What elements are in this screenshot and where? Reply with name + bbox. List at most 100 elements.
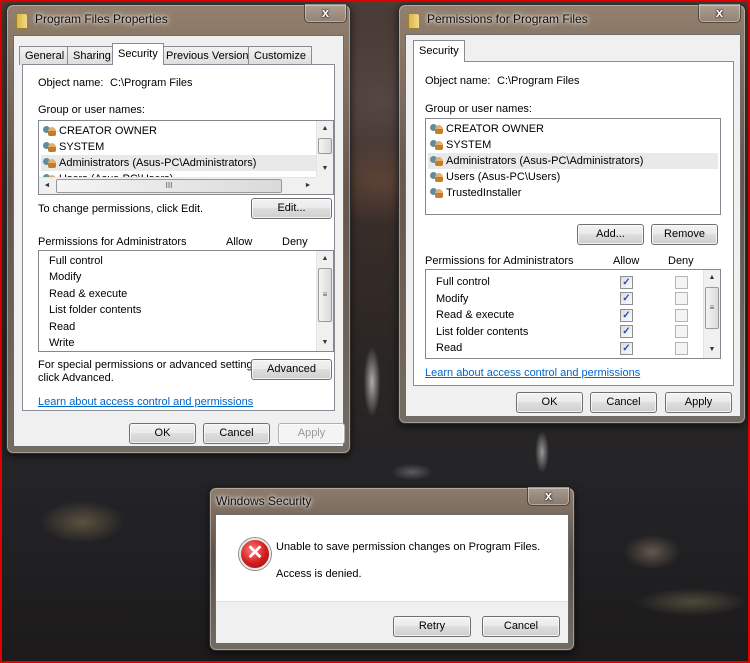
scroll-down-arrow[interactable]: ▼: [704, 342, 720, 358]
ok-button[interactable]: OK: [516, 392, 583, 413]
users-vertical-scrollbar[interactable]: ▲ ▼: [316, 121, 333, 177]
properties-titlebar[interactable]: Program Files Properties: [7, 5, 350, 35]
scroll-thumb[interactable]: ≡: [318, 268, 332, 322]
permissions-titlebar[interactable]: Permissions for Program Files: [399, 5, 745, 35]
tab-customize[interactable]: Customize: [248, 46, 312, 65]
object-name-value: C:\Program Files: [110, 77, 193, 89]
cancel-button[interactable]: Cancel: [203, 423, 270, 444]
permission-row: Read: [49, 321, 76, 333]
scroll-up-arrow[interactable]: ▲: [317, 121, 333, 137]
error-dialog: Windows Security x ✕ Unable to save perm…: [209, 487, 575, 651]
deny-checkbox[interactable]: [675, 342, 688, 355]
permission-row: Modify: [49, 271, 82, 283]
permissions-close-button[interactable]: x: [698, 4, 741, 23]
user-group-icon: [430, 139, 444, 151]
allow-checkbox[interactable]: ✓: [620, 325, 633, 338]
scroll-corner: [316, 177, 333, 194]
user-list-item[interactable]: SYSTEM: [41, 139, 316, 155]
allow-checkbox[interactable]: ✓: [620, 276, 633, 289]
users-horizontal-scrollbar[interactable]: ◄ III ►: [39, 177, 316, 194]
folder-icon: [16, 13, 28, 29]
advanced-hint: For special permissions or advanced sett…: [38, 359, 262, 384]
learn-access-control-link[interactable]: Learn about access control and permissio…: [425, 367, 640, 379]
horizontal-scroll-thumb[interactable]: III: [56, 179, 282, 193]
deny-checkbox[interactable]: [675, 292, 688, 305]
change-permissions-hint: To change permissions, click Edit.: [38, 203, 204, 215]
user-list-item[interactable]: CREATOR OWNER: [41, 123, 316, 139]
permissions-vertical-scrollbar[interactable]: ▲ ≡ ▼: [316, 251, 333, 351]
error-close-button[interactable]: x: [527, 487, 570, 506]
permissions-listbox[interactable]: Full control Modify Read & execute List …: [425, 269, 721, 359]
scroll-right-arrow[interactable]: ►: [300, 178, 316, 194]
tab-security[interactable]: Security: [112, 43, 164, 65]
tab-general[interactable]: General: [19, 46, 71, 65]
properties-client: General Sharing Security Previous Versio…: [13, 35, 345, 447]
properties-dialog: Program Files Properties x General Shari…: [6, 4, 351, 454]
deny-checkbox[interactable]: [675, 276, 688, 289]
allow-checkbox[interactable]: ✓: [620, 342, 633, 355]
user-list-item[interactable]: TrustedInstaller: [428, 185, 718, 201]
scroll-left-arrow[interactable]: ◄: [39, 178, 55, 194]
permission-row: Write: [49, 337, 75, 349]
permissions-title: Permissions for Program Files: [427, 12, 588, 26]
permissions-client: Security Object name: C:\Program Files G…: [405, 34, 741, 417]
scroll-thumb[interactable]: ≡: [705, 287, 719, 329]
apply-button[interactable]: Apply: [278, 423, 345, 444]
permissions-for-label: Permissions for Administrators: [425, 255, 574, 267]
scroll-up-arrow[interactable]: ▲: [317, 251, 333, 267]
scroll-up-arrow[interactable]: ▲: [704, 270, 720, 286]
scroll-down-arrow[interactable]: ▼: [317, 335, 333, 351]
permissions-dialog: Permissions for Program Files x Security…: [398, 4, 746, 424]
tab-sharing[interactable]: Sharing: [67, 46, 117, 65]
permission-row: Read & execute: [436, 309, 515, 321]
error-title: Windows Security: [216, 494, 312, 508]
group-users-label: Group or user names:: [425, 103, 532, 115]
properties-close-button[interactable]: x: [304, 4, 347, 23]
deny-checkbox[interactable]: [675, 325, 688, 338]
permission-row: Full control: [436, 276, 490, 288]
scroll-down-arrow[interactable]: ▼: [317, 161, 333, 177]
remove-button[interactable]: Remove: [651, 224, 718, 245]
permissions-vertical-scrollbar[interactable]: ▲ ≡ ▼: [703, 270, 720, 358]
allow-checkbox[interactable]: ✓: [620, 292, 633, 305]
error-client: ✕ Unable to save permission changes on P…: [215, 514, 569, 644]
user-list-item-selected[interactable]: Administrators (Asus-PC\Administrators): [428, 153, 718, 169]
allow-checkbox[interactable]: ✓: [620, 309, 633, 322]
ok-button[interactable]: OK: [129, 423, 196, 444]
scroll-thumb[interactable]: [318, 138, 332, 154]
tab-previous-versions[interactable]: Previous Versions: [160, 46, 261, 65]
permissions-listbox[interactable]: Full control Modify Read & execute List …: [38, 250, 334, 352]
permission-row: Modify: [436, 293, 469, 305]
deny-checkbox[interactable]: [675, 309, 688, 322]
user-group-icon: [43, 141, 57, 153]
deny-column-header: Deny: [668, 255, 694, 267]
group-users-label: Group or user names:: [38, 104, 145, 116]
apply-button[interactable]: Apply: [665, 392, 732, 413]
deny-checkbox-partial[interactable]: [675, 358, 688, 359]
user-group-icon: [43, 125, 57, 137]
user-list-item[interactable]: Users (Asus-PC\Users): [428, 169, 718, 185]
user-list-item-selected[interactable]: Administrators (Asus-PC\Administrators): [41, 155, 316, 171]
learn-access-control-link[interactable]: Learn about access control and permissio…: [38, 396, 253, 408]
permission-row: Read & execute: [49, 288, 128, 300]
user-group-icon: [430, 171, 444, 183]
permission-row: List folder contents: [436, 326, 529, 338]
allow-column-header: Allow: [226, 236, 253, 248]
cancel-button[interactable]: Cancel: [590, 392, 657, 413]
users-listbox[interactable]: CREATOR OWNER SYSTEM Administrators (Asu…: [425, 118, 721, 215]
allow-checkbox-partial[interactable]: [620, 358, 633, 359]
security-tab-panel: Object name: C:\Program Files Group or u…: [22, 64, 335, 411]
cancel-button[interactable]: Cancel: [482, 616, 560, 637]
tab-security[interactable]: Security: [413, 40, 465, 62]
advanced-button[interactable]: Advanced: [251, 359, 332, 380]
user-list-item[interactable]: CREATOR OWNER: [428, 121, 718, 137]
user-list-item[interactable]: SYSTEM: [428, 137, 718, 153]
retry-button[interactable]: Retry: [393, 616, 471, 637]
edit-button[interactable]: Edit...: [251, 198, 332, 219]
object-name-label: Object name:: [425, 75, 491, 87]
object-name-label: Object name:: [38, 77, 104, 89]
permission-row: Read: [436, 342, 463, 354]
users-listbox[interactable]: CREATOR OWNER SYSTEM Administrators (Asu…: [38, 120, 334, 195]
add-button[interactable]: Add...: [577, 224, 644, 245]
error-detail: Access is denied.: [276, 568, 362, 580]
